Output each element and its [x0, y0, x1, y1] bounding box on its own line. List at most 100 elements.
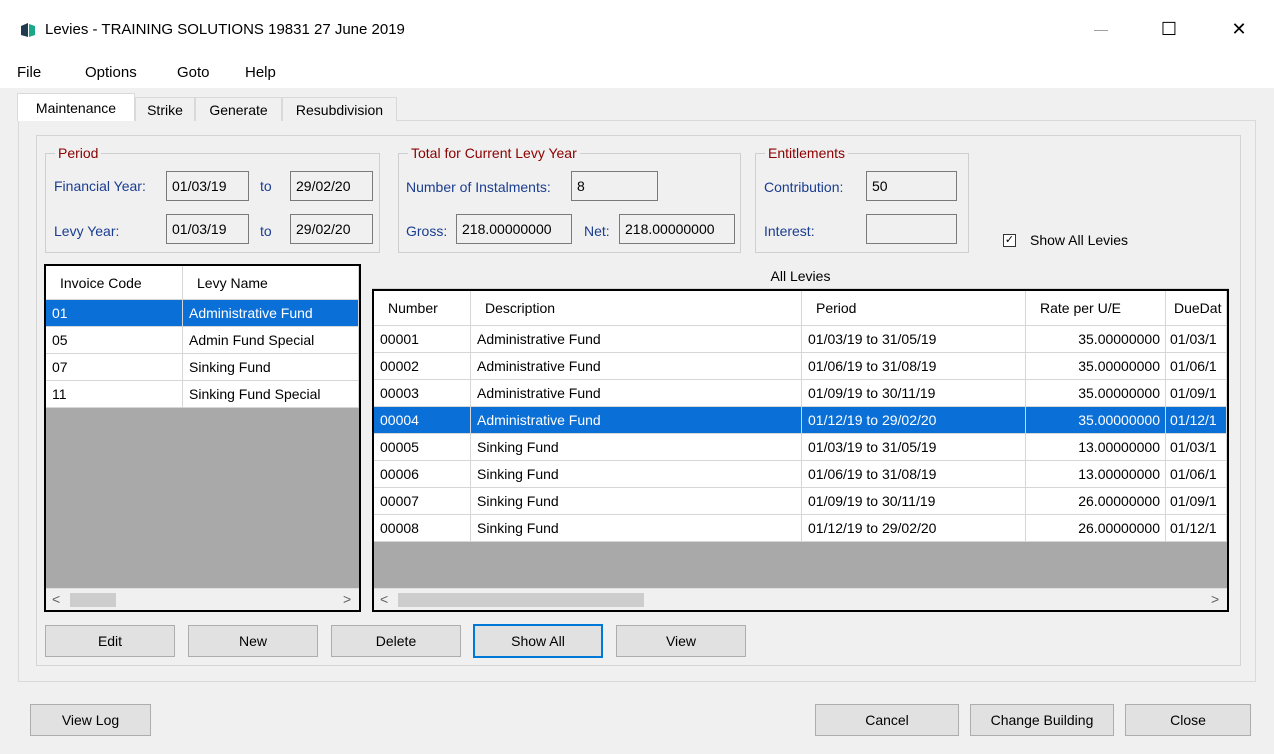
- due-date-cell: 01/09/1: [1166, 488, 1227, 514]
- table-row[interactable]: 00006 Sinking Fund 01/06/19 to 31/08/19 …: [374, 461, 1227, 488]
- column-header[interactable]: Number: [374, 291, 471, 325]
- menu-options[interactable]: Options: [85, 64, 137, 81]
- show-all-levies-checkbox[interactable]: ✓: [1003, 234, 1016, 247]
- column-header[interactable]: Levy Name: [183, 266, 359, 299]
- rate-cell: 35.00000000: [1026, 353, 1166, 379]
- number-cell: 00006: [374, 461, 471, 487]
- invoice-code-cell: 11: [46, 381, 183, 407]
- app-icon: [21, 23, 35, 37]
- tab-strike[interactable]: Strike: [135, 97, 195, 121]
- menu-help[interactable]: Help: [245, 64, 276, 81]
- delete-button[interactable]: Delete: [331, 625, 461, 657]
- maximize-button[interactable]: ☐: [1146, 14, 1192, 44]
- period-cell: 01/06/19 to 31/08/19: [802, 461, 1026, 487]
- scroll-left-icon[interactable]: <: [52, 591, 60, 607]
- tab-maintenance[interactable]: Maintenance: [17, 93, 135, 121]
- cancel-button[interactable]: Cancel: [815, 704, 959, 736]
- close-button[interactable]: Close: [1125, 704, 1251, 736]
- contribution-label: Contribution:: [764, 179, 844, 195]
- column-header[interactable]: Period: [802, 291, 1026, 325]
- number-cell: 00004: [374, 407, 471, 433]
- table-row[interactable]: 00008 Sinking Fund 01/12/19 to 29/02/20 …: [374, 515, 1227, 542]
- table-row[interactable]: 00002 Administrative Fund 01/06/19 to 31…: [374, 353, 1227, 380]
- show-all-levies-label[interactable]: Show All Levies: [1030, 232, 1128, 248]
- interest-field[interactable]: [866, 214, 957, 244]
- view-log-button[interactable]: View Log: [30, 704, 151, 736]
- instalments-field[interactable]: 8: [571, 171, 658, 201]
- gross-field[interactable]: 218.00000000: [456, 214, 572, 244]
- levy-name-cell: Administrative Fund: [183, 300, 359, 326]
- scroll-right-icon[interactable]: >: [343, 591, 351, 607]
- contribution-field[interactable]: 50: [866, 171, 957, 201]
- change-building-button[interactable]: Change Building: [970, 704, 1114, 736]
- close-window-button[interactable]: ✕: [1216, 14, 1262, 44]
- description-cell: Administrative Fund: [471, 326, 802, 352]
- description-cell: Sinking Fund: [471, 515, 802, 541]
- rate-cell: 26.00000000: [1026, 515, 1166, 541]
- levy-year-from-field[interactable]: 01/03/19: [166, 214, 249, 244]
- tab-resubdivision[interactable]: Resubdivision: [282, 97, 397, 121]
- period-cell: 01/03/19 to 31/05/19: [802, 326, 1026, 352]
- table-row[interactable]: 01 Administrative Fund: [46, 300, 359, 327]
- scroll-left-icon[interactable]: <: [380, 591, 388, 607]
- levy-name-cell: Sinking Fund Special: [183, 381, 359, 407]
- levy-year-to-field[interactable]: 29/02/20: [290, 214, 373, 244]
- menu-file[interactable]: File: [17, 64, 41, 81]
- table-row[interactable]: 00004 Administrative Fund 01/12/19 to 29…: [374, 407, 1227, 434]
- due-date-cell: 01/06/1: [1166, 461, 1227, 487]
- financial-year-to-field[interactable]: 29/02/20: [290, 171, 373, 201]
- column-header[interactable]: DueDat: [1166, 291, 1227, 325]
- scroll-right-icon[interactable]: >: [1211, 591, 1219, 607]
- table-row[interactable]: 00001 Administrative Fund 01/03/19 to 31…: [374, 326, 1227, 353]
- rate-cell: 35.00000000: [1026, 326, 1166, 352]
- table-row[interactable]: 11 Sinking Fund Special: [46, 381, 359, 408]
- all-levies-grid[interactable]: Number Description Period Rate per U/E D…: [372, 289, 1229, 612]
- scrollbar-thumb[interactable]: [398, 593, 644, 607]
- minimize-button[interactable]: —: [1078, 14, 1124, 44]
- table-row[interactable]: 00005 Sinking Fund 01/03/19 to 31/05/19 …: [374, 434, 1227, 461]
- net-field[interactable]: 218.00000000: [619, 214, 735, 244]
- levy-name-cell: Admin Fund Special: [183, 327, 359, 353]
- totals-group-title: Total for Current Levy Year: [408, 145, 580, 161]
- horizontal-scrollbar[interactable]: < >: [46, 588, 359, 610]
- description-cell: Sinking Fund: [471, 461, 802, 487]
- show-all-button[interactable]: Show All: [473, 624, 603, 658]
- description-cell: Administrative Fund: [471, 380, 802, 406]
- financial-year-from-field[interactable]: 01/03/19: [166, 171, 249, 201]
- period-cell: 01/06/19 to 31/08/19: [802, 353, 1026, 379]
- window-title: Levies - TRAINING SOLUTIONS 19831 27 Jun…: [45, 21, 405, 38]
- period-cell: 01/09/19 to 30/11/19: [802, 380, 1026, 406]
- number-cell: 00003: [374, 380, 471, 406]
- description-cell: Sinking Fund: [471, 488, 802, 514]
- tab-generate[interactable]: Generate: [195, 97, 282, 121]
- rate-cell: 26.00000000: [1026, 488, 1166, 514]
- horizontal-scrollbar[interactable]: < >: [374, 588, 1227, 610]
- due-date-cell: 01/03/1: [1166, 326, 1227, 352]
- due-date-cell: 01/09/1: [1166, 380, 1227, 406]
- period-group-title: Period: [55, 145, 102, 161]
- scrollbar-thumb[interactable]: [70, 593, 116, 607]
- number-cell: 00008: [374, 515, 471, 541]
- edit-button[interactable]: Edit: [45, 625, 175, 657]
- column-header[interactable]: Rate per U/E: [1026, 291, 1166, 325]
- table-row[interactable]: 05 Admin Fund Special: [46, 327, 359, 354]
- levy-codes-grid[interactable]: Invoice Code Levy Name 01 Administrative…: [44, 264, 361, 612]
- menu-goto[interactable]: Goto: [177, 64, 210, 81]
- gross-label: Gross:: [406, 223, 448, 239]
- levy-codes-header: Invoice Code Levy Name: [46, 266, 359, 300]
- interest-label: Interest:: [764, 223, 815, 239]
- entitlements-group-title: Entitlements: [765, 145, 849, 161]
- description-cell: Administrative Fund: [471, 353, 802, 379]
- rate-cell: 35.00000000: [1026, 380, 1166, 406]
- column-header[interactable]: Invoice Code: [46, 266, 183, 299]
- number-cell: 00007: [374, 488, 471, 514]
- table-row[interactable]: 07 Sinking Fund: [46, 354, 359, 381]
- table-row[interactable]: 00007 Sinking Fund 01/09/19 to 30/11/19 …: [374, 488, 1227, 515]
- view-button[interactable]: View: [616, 625, 746, 657]
- new-button[interactable]: New: [188, 625, 318, 657]
- table-row[interactable]: 00003 Administrative Fund 01/09/19 to 30…: [374, 380, 1227, 407]
- rate-cell: 13.00000000: [1026, 461, 1166, 487]
- to-label: to: [260, 223, 272, 239]
- column-header[interactable]: Description: [471, 291, 802, 325]
- period-cell: 01/09/19 to 30/11/19: [802, 488, 1026, 514]
